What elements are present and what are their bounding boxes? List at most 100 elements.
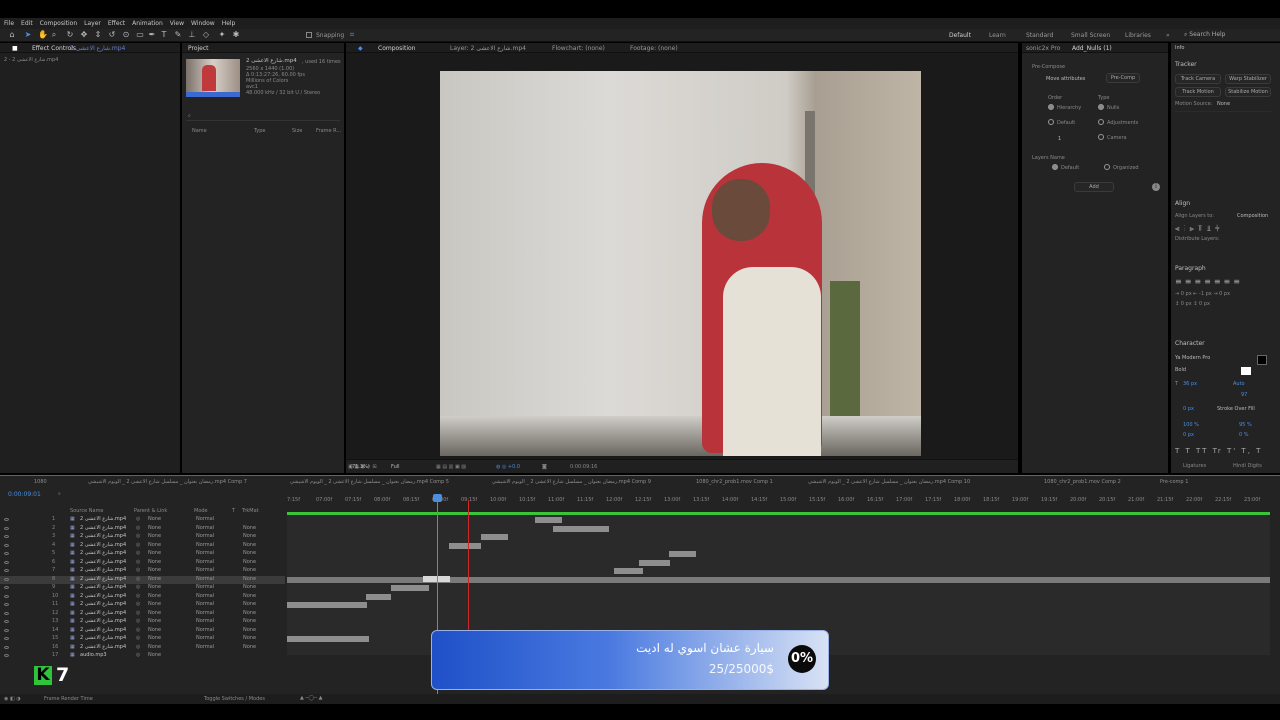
- leading-field[interactable]: Auto: [1233, 381, 1245, 387]
- tab-flowchart[interactable]: Flowchart: (none): [552, 45, 605, 52]
- pickwhip-icon[interactable]: ◎: [136, 618, 140, 624]
- layer-row[interactable]: 10 ▦ شارع الاعشى 2.mp4 ◎ None Normal Non…: [0, 593, 285, 602]
- col-frame-rate[interactable]: Frame R...: [316, 128, 341, 134]
- pickwhip-icon[interactable]: ◎: [136, 652, 140, 658]
- timeline-comp-tab[interactable]: 1080_chr2_prob1.mov Comp 1: [696, 479, 773, 485]
- font-family-dropdown[interactable]: Ya Modern Pro: [1175, 355, 1210, 361]
- layer-duration-bar[interactable]: [481, 534, 508, 540]
- col-trkmat[interactable]: TrkMat: [242, 508, 259, 514]
- lock-icon[interactable]: ◆: [358, 45, 363, 52]
- snap-icon[interactable]: ⌗: [348, 31, 356, 39]
- layer-parent[interactable]: None: [148, 627, 161, 633]
- fill-color-swatch[interactable]: [1257, 355, 1267, 365]
- layer-duration-bar[interactable]: [287, 636, 369, 642]
- tab-composition[interactable]: Composition: [378, 45, 415, 52]
- info-tab[interactable]: Info: [1175, 45, 1184, 51]
- layer-mode[interactable]: Normal: [196, 567, 214, 573]
- col-mode[interactable]: Mode: [194, 508, 208, 514]
- layer-parent[interactable]: None: [148, 567, 161, 573]
- layers-default-radio[interactable]: [1052, 164, 1058, 170]
- zoom-tool-icon[interactable]: ⌕: [50, 31, 58, 39]
- pickwhip-icon[interactable]: ◎: [136, 627, 140, 633]
- layer-trkmat[interactable]: None: [243, 576, 256, 582]
- layer-row[interactable]: 8 ▦ شارع الاعشى 2.mp4 ◎ None Normal None: [0, 575, 285, 584]
- col-t[interactable]: T: [232, 508, 235, 514]
- layer-name[interactable]: شارع الاعشى 2.mp4: [80, 542, 126, 548]
- puppet-tool-icon[interactable]: ✱: [232, 31, 240, 39]
- layer-row[interactable]: 14 ▦ شارع الاعشى 2.mp4 ◎ None Normal Non…: [0, 627, 285, 636]
- roto-brush-icon[interactable]: ✦: [218, 31, 226, 39]
- layer-trkmat[interactable]: None: [243, 601, 256, 607]
- pen-tool-icon[interactable]: ✒: [148, 31, 156, 39]
- layer-parent[interactable]: None: [148, 635, 161, 641]
- tab-layer[interactable]: Layer: شارع الاعشى 2.mp4: [450, 45, 526, 52]
- viewer-zoom[interactable]: (71.3%): [350, 464, 370, 470]
- layer-row[interactable]: 12 ▦ شارع الاعشى 2.mp4 ◎ None Normal Non…: [0, 610, 285, 619]
- pickwhip-icon[interactable]: ◎: [136, 584, 140, 590]
- layer-row[interactable]: 17 ▦ audio.mp3 ◎ None: [0, 652, 285, 661]
- layer-trkmat[interactable]: None: [243, 525, 256, 531]
- playhead-handle[interactable]: [433, 494, 442, 502]
- layer-trkmat[interactable]: None: [243, 593, 256, 599]
- layer-parent[interactable]: None: [148, 652, 161, 658]
- layer-row[interactable]: 7 ▦ شارع الاعشى 2.mp4 ◎ None Normal None: [0, 567, 285, 576]
- col-size[interactable]: Size: [292, 128, 302, 134]
- menu-composition[interactable]: Composition: [40, 20, 77, 27]
- layer-trkmat[interactable]: None: [243, 533, 256, 539]
- layer-name[interactable]: شارع الاعشى 2.mp4: [80, 610, 126, 616]
- baseline-field[interactable]: 0 px: [1183, 432, 1194, 438]
- layer-name[interactable]: شارع الاعشى 2.mp4: [80, 644, 126, 650]
- col-parent-link[interactable]: Parent & Link: [134, 508, 167, 514]
- tab-footage[interactable]: Footage: (none): [630, 45, 678, 52]
- paragraph-indent-fields[interactable]: ⇥ 0 px ⇤ -1 px ⇥ 0 px: [1175, 291, 1230, 297]
- eye-icon[interactable]: [4, 518, 9, 521]
- layer-name[interactable]: شارع الاعشى 2.mp4: [80, 627, 126, 633]
- layer-parent[interactable]: None: [148, 618, 161, 624]
- paragraph-space-fields[interactable]: ↕ 0 px ↕ 0 px: [1175, 301, 1210, 307]
- selection-tool-icon[interactable]: ➤: [24, 31, 32, 39]
- dolly-tool-icon[interactable]: ⇕: [94, 31, 102, 39]
- eye-icon[interactable]: [4, 526, 9, 530]
- workspace-libraries[interactable]: Libraries: [1125, 32, 1151, 39]
- anchor-tool-icon[interactable]: ⊙: [122, 31, 130, 39]
- timeline-comp-tab[interactable]: رمضان بعنوان _ مسلسل شارع الاعشى 2 _ الو…: [88, 479, 247, 485]
- workspace-standard[interactable]: Standard: [1026, 32, 1053, 39]
- layer-duration-bar[interactable]: [614, 568, 643, 574]
- text-style-icons[interactable]: T T TT Tr T' T, T: [1175, 447, 1262, 455]
- layer-trkmat[interactable]: None: [243, 610, 256, 616]
- track-motion-button[interactable]: Track Motion: [1175, 87, 1221, 97]
- pickwhip-icon[interactable]: ◎: [136, 610, 140, 616]
- eye-icon[interactable]: [4, 637, 9, 640]
- layer-mode[interactable]: Normal: [196, 525, 214, 531]
- layer-name[interactable]: شارع الاعشى 2.mp4: [80, 576, 126, 582]
- layer-row[interactable]: 13 ▦ شارع الاعشى 2.mp4 ◎ None Normal Non…: [0, 618, 285, 627]
- layer-row[interactable]: 6 ▦ شارع الاعشى 2.mp4 ◎ None Normal None: [0, 559, 285, 568]
- layer-row[interactable]: 5 ▦ شارع الاعشى 2.mp4 ◎ None Normal None: [0, 550, 285, 559]
- layer-row[interactable]: 15 ▦ شارع الاعشى 2.mp4 ◎ None Normal Non…: [0, 635, 285, 644]
- pickwhip-icon[interactable]: ◎: [136, 593, 140, 599]
- snapping-checkbox[interactable]: [306, 32, 312, 38]
- layer-trkmat[interactable]: None: [243, 542, 256, 548]
- order-default-radio[interactable]: [1048, 119, 1054, 125]
- eye-icon[interactable]: [4, 628, 9, 632]
- layer-name[interactable]: شارع الاعشى 2.mp4: [80, 593, 126, 599]
- tsume-field[interactable]: 0 %: [1239, 432, 1249, 438]
- type-adjustments-radio[interactable]: [1098, 119, 1104, 125]
- eye-icon[interactable]: [4, 620, 9, 623]
- pickwhip-icon[interactable]: ◎: [136, 525, 140, 531]
- brush-tool-icon[interactable]: ✎: [174, 31, 182, 39]
- menu-layer[interactable]: Layer: [84, 20, 101, 27]
- viewer-channel-icons[interactable]: ◍ ◎ +0.0: [496, 464, 520, 470]
- type-nulls-radio[interactable]: [1098, 104, 1104, 110]
- pickwhip-icon[interactable]: ◎: [136, 635, 140, 641]
- font-size-field[interactable]: 36 px: [1183, 381, 1197, 387]
- menu-view[interactable]: View: [170, 20, 184, 27]
- orbit-tool-icon[interactable]: ↻: [66, 31, 74, 39]
- menu-window[interactable]: Window: [191, 20, 215, 27]
- layer-mode[interactable]: Normal: [196, 550, 214, 556]
- layer-duration-bar[interactable]: [535, 517, 562, 523]
- precomp-button[interactable]: Pre-Comp: [1106, 73, 1140, 83]
- order-stepper[interactable]: 1: [1058, 136, 1061, 142]
- layer-mode[interactable]: Normal: [196, 533, 214, 539]
- stroke-color-swatch[interactable]: [1241, 367, 1251, 375]
